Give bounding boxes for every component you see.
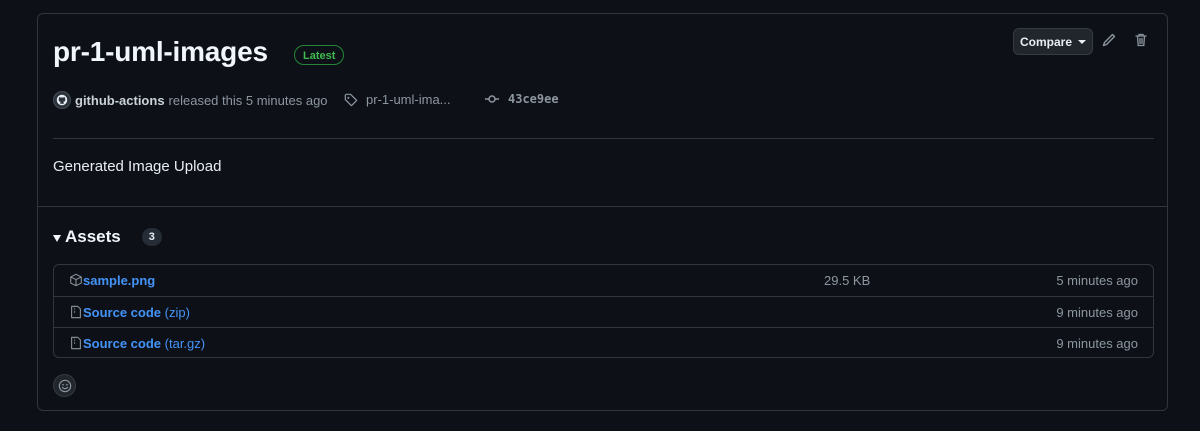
release-body: Generated Image Upload [53,158,222,175]
compare-label: Compare [1019,34,1072,49]
asset-ext: (tar.gz) [161,336,206,351]
package-icon [70,273,82,287]
asset-row: Source code (zip) 9 minutes ago [54,296,1153,327]
asset-time: 9 minutes ago [1056,336,1138,351]
release-meta: github-actions released this 5 minutes a… [53,90,328,110]
file-zip-icon [71,305,81,319]
release-author[interactable]: github-actions [75,93,165,108]
release-commit[interactable]: 43ce9ee [484,92,559,106]
compare-button[interactable]: Compare [1013,28,1093,55]
tag-icon [344,93,358,106]
asset-time: 5 minutes ago [1056,273,1138,288]
github-avatar-icon[interactable] [53,91,71,109]
assets-list: sample.png 29.5 KB 5 minutes ago Source … [53,264,1154,358]
trash-icon[interactable] [1133,32,1151,50]
asset-row: Source code (tar.gz) 9 minutes ago [54,327,1153,357]
release-title[interactable]: pr-1-uml-images [53,36,268,68]
asset-time: 9 minutes ago [1056,305,1138,320]
git-commit-icon [485,95,499,103]
edit-pencil-icon[interactable] [1101,32,1119,50]
asset-link[interactable]: Source code (tar.gz) [83,336,205,351]
asset-row: sample.png 29.5 KB 5 minutes ago [54,265,1153,296]
triangle-down-icon [53,234,61,242]
release-card: pr-1-uml-images Latest Compare github-ac… [37,13,1168,411]
asset-link[interactable]: sample.png [83,273,155,288]
assets-count-badge: 3 [141,228,162,246]
assets-heading: Assets [65,227,121,246]
asset-ext: (zip) [161,305,190,320]
add-reaction-button[interactable] [53,374,76,397]
commit-sha: 43ce9ee [508,92,559,106]
asset-name: Source code [83,336,162,351]
divider [38,206,1167,207]
tag-label: pr-1-uml-ima... [366,92,451,107]
asset-name: Source code [83,305,162,320]
released-text: released this 5 minutes ago [168,92,328,108]
asset-size: 29.5 KB [824,273,871,288]
chevron-down-icon [1078,39,1086,44]
asset-link[interactable]: Source code (zip) [83,305,190,320]
divider [53,138,1154,139]
latest-badge: Latest [294,45,345,65]
asset-name: sample.png [83,273,156,288]
assets-toggle[interactable]: Assets 3 [53,227,162,247]
release-tag[interactable]: pr-1-uml-ima... [344,92,451,107]
file-zip-icon [71,336,81,350]
smiley-icon [58,379,71,392]
